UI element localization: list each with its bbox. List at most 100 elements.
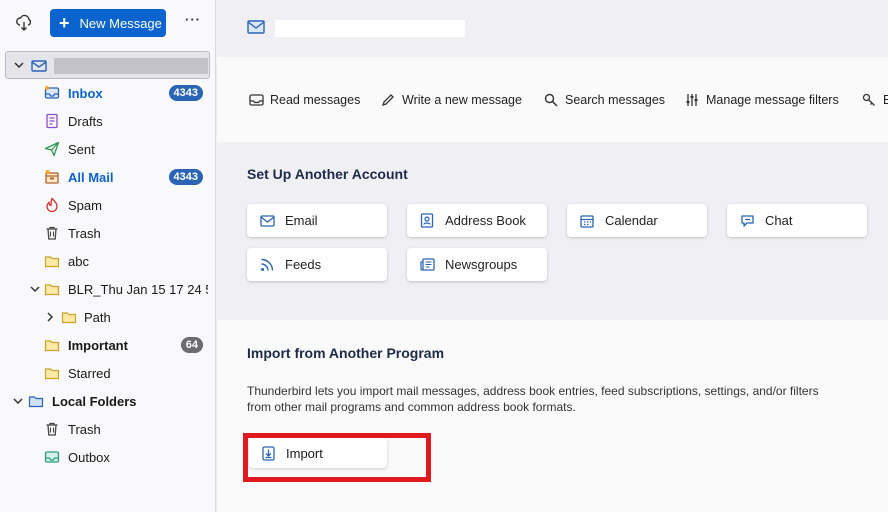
unread-count-badge: 64 bbox=[180, 337, 203, 353]
folder-label: abc bbox=[68, 253, 89, 269]
folder-icon bbox=[44, 281, 60, 297]
folder-label: All Mail bbox=[68, 169, 114, 185]
drafts-icon bbox=[44, 113, 60, 129]
folder-icon bbox=[61, 309, 77, 325]
chevron-down-icon[interactable] bbox=[29, 283, 41, 295]
local-folders-icon bbox=[28, 393, 44, 409]
folder-important[interactable]: Important 64 bbox=[0, 331, 216, 359]
folder-label: Important bbox=[68, 337, 128, 353]
new-message-label: New Message bbox=[79, 15, 162, 31]
envelope-icon bbox=[248, 92, 264, 108]
search-messages-link[interactable]: Search messages bbox=[543, 92, 665, 108]
folder-label: Outbox bbox=[68, 449, 110, 465]
folder-pane-toolbar: + New Message ··· bbox=[0, 0, 216, 46]
chevron-right-icon[interactable] bbox=[44, 311, 56, 323]
more-menu-button[interactable]: ··· bbox=[184, 12, 202, 32]
get-messages-button[interactable] bbox=[14, 13, 34, 33]
folder-all-mail[interactable]: All Mail 4343 bbox=[0, 163, 216, 191]
setup-newsgroups-button[interactable]: Newsgroups bbox=[407, 248, 547, 281]
newsgroups-icon bbox=[419, 257, 435, 273]
card-label: Calendar bbox=[605, 213, 658, 228]
folder-label: Trash bbox=[68, 225, 101, 241]
folder-label: Path bbox=[84, 309, 111, 325]
folder-label: Sent bbox=[68, 141, 95, 157]
filters-icon bbox=[684, 92, 700, 108]
folder-icon bbox=[44, 365, 60, 381]
folder-label: Local Folders bbox=[52, 393, 137, 409]
new-message-button[interactable]: + New Message bbox=[50, 9, 166, 37]
outbox-icon bbox=[44, 449, 60, 465]
search-icon bbox=[543, 92, 559, 108]
all-mail-icon bbox=[44, 169, 60, 185]
account-mail-icon bbox=[31, 60, 47, 72]
setup-section-title: Set Up Another Account bbox=[247, 166, 408, 182]
folder-pane: + New Message ··· Inbox 4343 Drafts Sent… bbox=[0, 0, 216, 512]
folder-sent[interactable]: Sent bbox=[0, 135, 216, 163]
chevron-down-icon[interactable] bbox=[12, 395, 24, 407]
folder-outbox[interactable]: Outbox bbox=[0, 443, 216, 471]
folder-inbox[interactable]: Inbox 4343 bbox=[0, 79, 216, 107]
folder-icon bbox=[44, 337, 60, 353]
setup-address-book-button[interactable]: Address Book bbox=[407, 204, 547, 237]
folder-label: Drafts bbox=[68, 113, 103, 129]
folder-local-folders[interactable]: Local Folders bbox=[0, 387, 216, 415]
read-messages-link[interactable]: Read messages bbox=[248, 92, 360, 108]
setup-email-button[interactable]: Email bbox=[247, 204, 387, 237]
folder-path[interactable]: Path bbox=[0, 303, 216, 331]
setup-calendar-button[interactable]: Calendar bbox=[567, 204, 707, 237]
trash-icon bbox=[44, 225, 60, 241]
inbox-icon bbox=[44, 85, 60, 101]
account-name-redacted bbox=[54, 58, 208, 74]
action-label: Read messages bbox=[270, 93, 361, 107]
folder-blr[interactable]: BLR_Thu Jan 15 17 24 5... bbox=[0, 275, 216, 303]
folder-icon bbox=[44, 253, 60, 269]
key-icon bbox=[861, 92, 877, 108]
unread-count-badge: 4343 bbox=[168, 85, 203, 101]
sent-icon bbox=[44, 141, 60, 157]
setup-account-section: Set Up Another Account Email Address Boo… bbox=[217, 142, 888, 320]
pencil-icon bbox=[380, 92, 396, 108]
folder-local-trash[interactable]: Trash bbox=[0, 415, 216, 443]
card-label: Email bbox=[285, 213, 318, 228]
end-to-end-encryption-link[interactable]: E bbox=[861, 92, 888, 108]
folder-label: BLR_Thu Jan 15 17 24 5... bbox=[68, 281, 208, 297]
address-book-icon bbox=[419, 213, 435, 229]
account-mail-icon bbox=[247, 20, 265, 34]
envelope-icon bbox=[259, 213, 275, 229]
account-central: Read messages Write a new message Search… bbox=[217, 0, 888, 512]
action-label: E bbox=[883, 93, 888, 107]
plus-icon: + bbox=[59, 13, 70, 33]
setup-feeds-button[interactable]: Feeds bbox=[247, 248, 387, 281]
folder-starred[interactable]: Starred bbox=[0, 359, 216, 387]
card-label: Newsgroups bbox=[445, 257, 518, 272]
account-actions: Read messages Write a new message Search… bbox=[217, 57, 888, 142]
manage-filters-link[interactable]: Manage message filters bbox=[684, 92, 839, 108]
card-label: Chat bbox=[765, 213, 793, 228]
setup-chat-button[interactable]: Chat bbox=[727, 204, 867, 237]
feeds-icon bbox=[259, 257, 275, 273]
action-label: Manage message filters bbox=[706, 93, 839, 107]
folder-trash[interactable]: Trash bbox=[0, 219, 216, 247]
chevron-down-icon[interactable] bbox=[13, 59, 25, 71]
get-messages-icon bbox=[16, 14, 32, 31]
account-name-redacted bbox=[275, 20, 465, 37]
folder-label: Trash bbox=[68, 421, 101, 437]
chat-icon bbox=[739, 213, 755, 229]
calendar-icon bbox=[579, 213, 595, 229]
import-section-title: Import from Another Program bbox=[247, 345, 445, 361]
account-row[interactable] bbox=[5, 51, 210, 79]
trash-icon bbox=[44, 421, 60, 437]
folder-label: Spam bbox=[68, 197, 102, 213]
import-description: Thunderbird lets you import mail message… bbox=[247, 384, 819, 414]
folder-label: Inbox bbox=[68, 85, 103, 101]
folder-drafts[interactable]: Drafts bbox=[0, 107, 216, 135]
folder-spam[interactable]: Spam bbox=[0, 191, 216, 219]
account-header bbox=[217, 0, 888, 57]
write-message-link[interactable]: Write a new message bbox=[380, 92, 522, 108]
folder-abc[interactable]: abc bbox=[0, 247, 216, 275]
action-label: Search messages bbox=[565, 93, 666, 107]
folder-label: Starred bbox=[68, 365, 111, 381]
highlight-box bbox=[243, 433, 431, 482]
unread-count-badge: 4343 bbox=[168, 169, 203, 185]
action-label: Write a new message bbox=[402, 93, 522, 107]
